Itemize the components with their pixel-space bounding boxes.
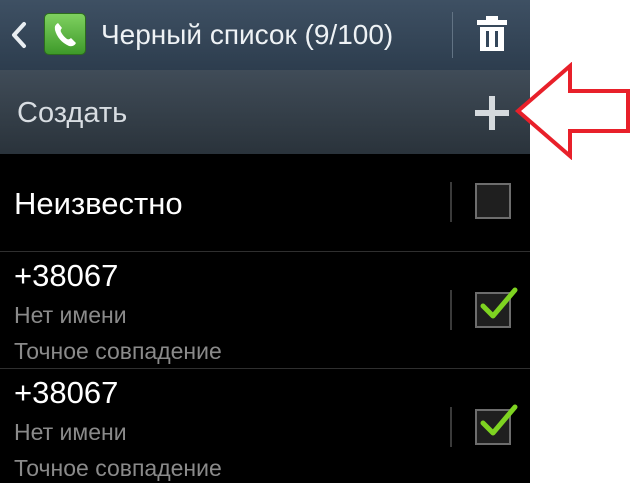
list-item-checkbox[interactable]: [475, 183, 511, 219]
checkmark-icon: [480, 404, 518, 436]
list-item-subtitle: Нет имени: [14, 419, 127, 445]
list-item-title: +38067: [14, 375, 119, 410]
create-row[interactable]: Создать: [0, 70, 530, 154]
list-item-title: Неизвестно: [14, 186, 183, 221]
item-divider: [450, 407, 452, 447]
list-item-subtitle: Нет имени: [14, 302, 127, 328]
phone-screen: Черный список (9/100) Создать Неизвестно…: [0, 0, 530, 483]
phone-app-icon[interactable]: [44, 13, 86, 55]
trash-icon[interactable]: [474, 14, 510, 54]
chevron-left-icon[interactable]: [6, 18, 30, 52]
page-title: Черный список (9/100): [101, 19, 394, 50]
item-divider: [450, 182, 452, 222]
checkmark-icon: [480, 287, 518, 319]
list-item-checkbox[interactable]: [475, 404, 518, 445]
row-divider: [0, 251, 530, 252]
list-item-match-type: Точное совпадение: [14, 455, 222, 481]
create-label: Создать: [17, 97, 128, 129]
plus-icon[interactable]: [475, 96, 509, 130]
action-bar-divider: [452, 12, 453, 58]
list-item-checkbox[interactable]: [475, 287, 518, 328]
list-item-title: +38067: [14, 258, 119, 293]
row-divider: [0, 368, 530, 369]
item-divider: [450, 290, 452, 330]
action-bar: Черный список (9/100): [0, 0, 530, 70]
red-arrow-left-icon: [514, 62, 630, 160]
list-item-match-type: Точное совпадение: [14, 338, 222, 364]
